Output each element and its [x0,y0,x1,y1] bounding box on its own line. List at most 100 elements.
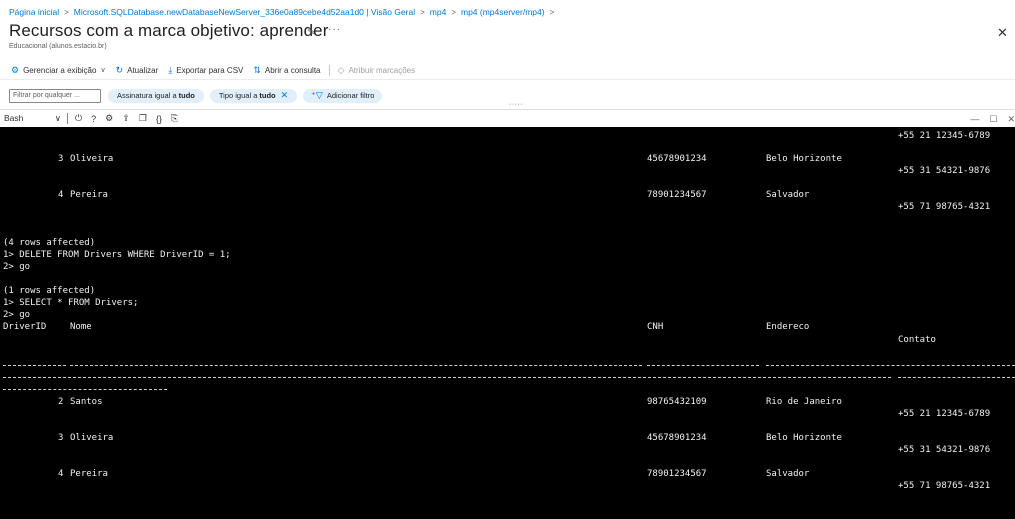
breadcrumb-database[interactable]: Microsoft.SQLDatabase.newDatabaseNewServ… [74,7,415,17]
name-cell: Oliveira [70,433,114,443]
pin-icon[interactable]: ✎ [307,27,315,38]
power-icon[interactable]: ⏻ [75,113,82,124]
rows-affected-line: (1 rows affected) [3,286,96,296]
open-query-button[interactable]: ⇅ Abrir a consulta [253,65,320,76]
id-cell: 2 [58,397,64,407]
add-filter-button[interactable]: ⁺▽ Adicionar filtro [303,88,383,103]
contact-cell: +55 31 54321-9876 [898,445,991,455]
maximize-icon[interactable]: ☐ [989,114,997,125]
contact-cell: +55 21 12345-6789 [898,409,991,419]
assign-tags-label: Atribuir marcações [348,65,416,75]
manage-view-button[interactable]: ⚙ Gerenciar a exibição ∨ [11,65,106,76]
header-driverid: DriverID [3,322,47,332]
contact-cell: +55 71 98765-4321 [898,202,991,212]
name-cell: Pereira [70,469,108,479]
address-cell: Salvador [766,190,810,200]
toolbar-divider [328,64,330,76]
web-preview-icon[interactable]: ⎘ [171,113,178,124]
more-options-icon[interactable]: ··· [328,24,341,35]
cloud-shell-toolbar: Bash ∨ ⏻ ? ⚙ ⇪ ❐ {} ⎘ — ☐ ✕ [0,109,1015,127]
cnh-cell: 45678901234 [647,433,707,443]
separator-line [766,365,1015,366]
filter-bar: Filtrar por qualquer ... Assinatura igua… [0,87,383,104]
settings-icon[interactable]: ⚙ [105,113,113,124]
address-cell: Salvador [766,469,810,479]
go-command-line: 2> go [3,310,31,320]
close-shell-icon[interactable]: ✕ [1007,114,1015,125]
shell-selector-value: Bash [4,113,24,123]
download-icon: ⤓ [168,64,173,75]
window-controls: — ☐ ✕ [960,110,1015,128]
help-icon[interactable]: ? [91,114,96,124]
id-cell: 3 [58,154,64,164]
chevron-right-icon: > [451,7,456,17]
cnh-cell: 98765432109 [647,397,707,407]
separator-line [70,365,642,366]
manage-view-label: Gerenciar a exibição [23,65,97,75]
type-filter-label: Tipo igual a [218,91,258,100]
id-cell: 3 [58,433,64,443]
subscription-filter-pill[interactable]: Assinatura igual a tudo [108,88,204,103]
separator-line [647,365,759,366]
select-command-line: 1> SELECT * FROM Drivers; [3,298,139,308]
assign-tags-button[interactable]: ◇ Atribuir marcações [338,65,416,76]
header-contato: Contato [898,335,936,345]
go-command-line: 2> go [3,262,31,272]
breadcrumb-mp4[interactable]: mp4 [430,7,447,17]
query-icon: ⇅ [253,64,261,75]
separator-line [3,377,891,378]
separator-line [3,365,66,366]
toolbar: ⚙ Gerenciar a exibição ∨ ↻ Atualizar ⤓ E… [0,61,1015,80]
chevron-right-icon: > [549,7,555,17]
close-icon[interactable]: ✕ [997,25,1008,41]
header-nome: Nome [70,322,92,332]
editor-braces-icon[interactable]: {} [156,114,162,124]
minimize-icon[interactable]: — [970,114,979,124]
type-filter-value: tudo [259,91,276,100]
refresh-button[interactable]: ↻ Atualizar [116,65,159,76]
add-filter-icon: ⁺▽ [311,90,323,100]
id-cell: 4 [58,469,64,479]
separator-line [3,389,167,390]
address-cell: Belo Horizonte [766,154,842,164]
id-cell: 4 [58,190,64,200]
chevron-down-icon: ∨ [100,67,106,74]
page-title: Recursos com a marca objetivo: aprender [9,21,329,40]
type-filter-pill[interactable]: Tipo igual a tudo ✕ [209,88,298,103]
name-cell: Santos [70,397,103,407]
name-cell: Pereira [70,190,108,200]
contact-cell: +55 21 12345-6789 [898,131,991,141]
export-csv-button[interactable]: ⤓ Exportar para CSV [168,65,243,76]
subscription-filter-value: tudo [178,91,195,100]
separator-line [898,377,1015,378]
add-filter-label: Adicionar filtro [326,91,375,100]
filter-input[interactable]: Filtrar por qualquer ... [9,88,101,103]
contact-cell: +55 31 54321-9876 [898,166,991,176]
breadcrumb-mp4-server[interactable]: mp4 (mp4server/mp4) [461,7,545,17]
refresh-label: Atualizar [127,65,159,75]
chevron-right-icon: > [64,7,69,17]
name-cell: Oliveira [70,154,114,164]
upload-download-icon[interactable]: ⇪ [122,113,130,124]
resize-handle-icon[interactable]: ····· [509,101,523,108]
subscription-filter-label: Assinatura igual a [117,91,177,100]
shell-divider [67,113,68,124]
breadcrumb: Página inicial > Microsoft.SQLDatabase.n… [9,5,559,19]
shell-selector[interactable]: Bash ∨ [0,113,67,124]
breadcrumb-home[interactable]: Página inicial [9,7,59,17]
gear-icon: ⚙ [11,64,20,75]
header-endereco: Endereco [766,322,810,332]
open-query-label: Abrir a consulta [264,65,321,75]
remove-filter-icon[interactable]: ✕ [281,90,289,101]
cnh-cell: 45678901234 [647,154,707,164]
delete-command-line: 1> DELETE FROM Drivers WHERE DriverID = … [3,250,231,260]
terminal-output[interactable]: +55 21 12345-6789 3 Oliveira 45678901234… [0,127,1015,519]
address-cell: Rio de Janeiro [766,397,842,407]
cnh-cell: 78901234567 [647,190,707,200]
new-session-icon[interactable]: ❐ [139,113,147,124]
header-cnh: CNH [647,322,664,332]
refresh-icon: ↻ [115,64,124,75]
address-cell: Belo Horizonte [766,433,842,443]
page-subtitle: Educacional (alunos.estacio.br) [9,43,107,50]
rows-affected-line: (4 rows affected) [3,238,96,248]
